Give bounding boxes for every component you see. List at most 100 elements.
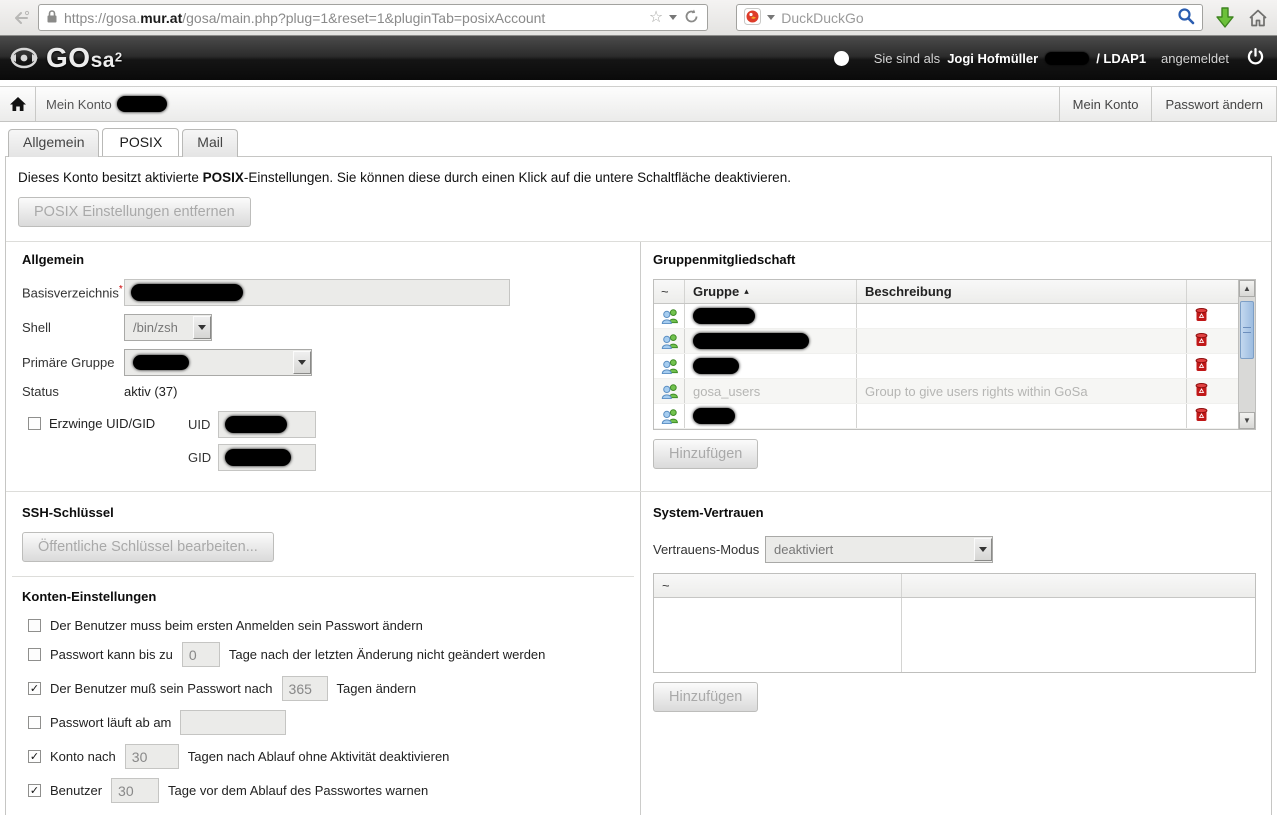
deactivate-after-label-post: Tagen nach Ablauf ohne Aktivität deaktiv… <box>188 749 450 764</box>
tab-allgemein[interactable]: Allgemein <box>8 129 99 157</box>
trust-table-body <box>654 598 1255 672</box>
edit-ssh-keys-button[interactable]: Öffentliche Schlüssel bearbeiten... <box>22 532 274 562</box>
download-icon[interactable] <box>1214 6 1236 30</box>
group-table-header: ~ Gruppe▴ Beschreibung <box>654 280 1255 304</box>
delete-group-icon[interactable] <box>1195 382 1208 400</box>
reload-icon[interactable] <box>683 8 700 28</box>
erzwinge-uid-gid-label: Erzwinge UID/GID <box>49 416 155 431</box>
max-password-age-input[interactable] <box>282 676 328 701</box>
must-change-first-login-label: Der Benutzer muss beim ersten Anmelden s… <box>50 618 423 633</box>
search-engine-dropdown-icon[interactable] <box>767 15 775 20</box>
gosa-logo[interactable]: GOsa2 <box>8 42 123 74</box>
search-magnifier-icon[interactable] <box>1177 7 1195 28</box>
delete-group-icon[interactable] <box>1195 407 1208 425</box>
redacted-username <box>117 96 167 112</box>
warn-before-expiry-input[interactable] <box>111 778 159 803</box>
redacted-gid <box>225 449 291 466</box>
duckduckgo-icon[interactable] <box>744 8 761 28</box>
browser-toolbar: https://gosa.mur.at/gosa/main.php?plug=1… <box>0 0 1277 36</box>
column-header-icon[interactable]: ~ <box>654 280 684 303</box>
password-expires-checkbox[interactable] <box>28 716 41 729</box>
gosa-logo-text: GOsa2 <box>46 42 123 74</box>
remove-posix-button[interactable]: POSIX Einstellungen entfernen <box>18 197 251 227</box>
gid-input[interactable] <box>218 444 316 471</box>
search-input[interactable] <box>781 10 1171 26</box>
primary-group-select-arrow-icon[interactable] <box>293 351 311 374</box>
redacted-group-name <box>693 333 809 349</box>
deactivate-after-checkbox[interactable] <box>28 750 41 763</box>
group-row: gosa_users Group to give users rights wi… <box>654 379 1255 404</box>
group-table-scrollbar[interactable]: ▲ ▼ <box>1238 280 1255 429</box>
search-bar[interactable] <box>736 4 1203 31</box>
primary-group-select[interactable] <box>124 349 312 376</box>
delete-group-icon[interactable] <box>1195 307 1208 325</box>
redacted-group-name <box>693 408 735 424</box>
uid-input[interactable] <box>218 411 316 438</box>
delete-group-icon[interactable] <box>1195 332 1208 350</box>
trust-mode-select-arrow-icon[interactable] <box>974 538 992 561</box>
posix-panel: Dieses Konto besitzt aktivierte POSIX-Ei… <box>5 156 1272 815</box>
group-icon <box>654 304 684 328</box>
erzwinge-uid-gid-checkbox[interactable] <box>28 417 41 430</box>
must-change-first-login-checkbox[interactable] <box>28 619 41 632</box>
column-header-gruppe[interactable]: Gruppe▴ <box>684 280 856 303</box>
basisverzeichnis-label: Basisverzeichnis* <box>22 284 124 300</box>
section-title-allgemein: Allgemein <box>22 252 624 267</box>
add-trust-button[interactable]: Hinzufügen <box>653 682 758 712</box>
status-label: Status <box>22 384 124 399</box>
section-title-konten: Konten-Einstellungen <box>22 589 624 604</box>
logout-power-icon[interactable] <box>1246 47 1265 69</box>
warn-before-expiry-label-pre: Benutzer <box>50 783 102 798</box>
min-password-age-checkbox[interactable] <box>28 648 41 661</box>
password-expires-label: Passwort läuft ab am <box>50 715 171 730</box>
add-group-button[interactable]: Hinzufügen <box>653 439 758 469</box>
column-header-actions <box>1186 280 1238 303</box>
breadcrumb: Mein Konto Mein Konto Passwort ändern <box>0 86 1277 122</box>
breadcrumb-path[interactable]: Mein Konto <box>36 87 167 121</box>
signed-in-user: Jogi Hofmüller <box>947 51 1038 66</box>
password-expiry-date-input[interactable] <box>180 710 286 735</box>
group-icon <box>654 379 684 403</box>
uid-label: UID <box>188 417 218 432</box>
warn-before-expiry-checkbox[interactable] <box>28 784 41 797</box>
max-password-age-checkbox[interactable] <box>28 682 41 695</box>
redacted-group-name <box>693 358 739 374</box>
shell-select-arrow-icon[interactable] <box>193 316 211 339</box>
section-title-ssh: SSH-Schlüssel <box>22 505 624 520</box>
trust-column-header-icon[interactable]: ~ <box>654 574 901 597</box>
min-password-age-input[interactable] <box>182 642 220 667</box>
url-text[interactable]: https://gosa.mur.at/gosa/main.php?plug=1… <box>64 10 643 26</box>
primaere-gruppe-label: Primäre Gruppe <box>22 355 124 370</box>
breadcrumb-home-icon[interactable] <box>0 87 36 121</box>
redacted-login <box>1045 52 1089 65</box>
bookmark-star-icon[interactable]: ☆ <box>649 10 663 26</box>
scrollbar-down-icon[interactable]: ▼ <box>1239 412 1255 429</box>
warn-before-expiry-label-post: Tage vor dem Ablauf des Passwortes warne… <box>168 783 428 798</box>
home-icon[interactable] <box>1247 8 1269 28</box>
vertrauens-modus-label: Vertrauens-Modus <box>653 542 765 557</box>
url-dropdown-icon[interactable] <box>669 15 677 20</box>
column-header-beschreibung[interactable]: Beschreibung <box>856 280 1186 303</box>
passwort-aendern-button[interactable]: Passwort ändern <box>1151 87 1277 121</box>
mein-konto-button[interactable]: Mein Konto <box>1059 87 1152 121</box>
signin-text-suffix: angemeldet <box>1161 51 1229 66</box>
url-bar[interactable]: https://gosa.mur.at/gosa/main.php?plug=1… <box>38 4 708 31</box>
shell-select[interactable]: /bin/zsh <box>124 314 212 341</box>
scrollbar-thumb[interactable] <box>1240 301 1254 359</box>
tab-mail[interactable]: Mail <box>182 129 238 157</box>
group-icon <box>654 404 684 428</box>
redacted-uid <box>225 416 287 433</box>
posix-info-text: Dieses Konto besitzt aktivierte POSIX-Ei… <box>6 157 1271 195</box>
lock-icon <box>46 9 58 27</box>
deactivate-after-input[interactable] <box>125 744 179 769</box>
delete-group-icon[interactable] <box>1195 357 1208 375</box>
basisverzeichnis-input[interactable] <box>124 279 510 306</box>
group-row <box>654 404 1255 429</box>
max-password-age-label-post: Tagen ändern <box>337 681 417 696</box>
tab-posix[interactable]: POSIX <box>102 128 179 156</box>
back-icon[interactable] <box>8 5 34 31</box>
trust-mode-select[interactable]: deaktiviert <box>765 536 993 563</box>
scrollbar-up-icon[interactable]: ▲ <box>1239 280 1255 297</box>
trust-table: ~ <box>653 573 1256 673</box>
signin-text-prefix: Sie sind als <box>874 51 940 66</box>
